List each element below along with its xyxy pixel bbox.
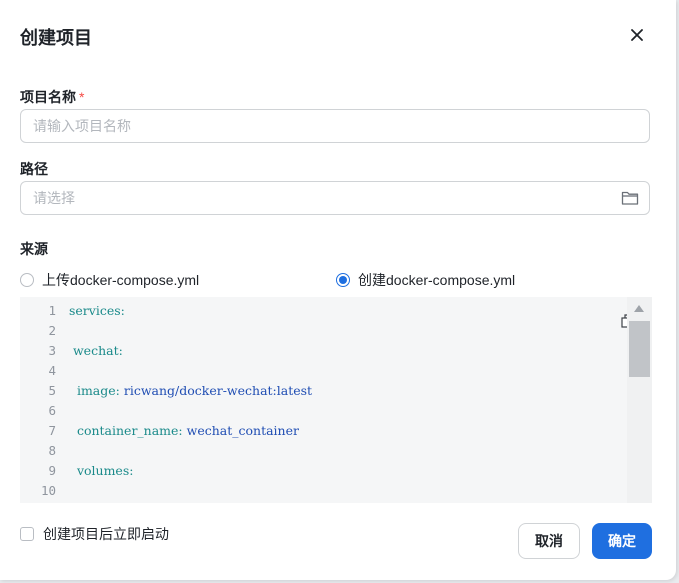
code-key: volumes: — [69, 463, 134, 478]
line-number: 3 — [48, 343, 56, 358]
cancel-button[interactable]: 取消 — [518, 523, 580, 559]
project-name-placeholder: 请输入项目名称 — [33, 118, 131, 134]
autostart-label: 创建项目后立即启动 — [43, 526, 169, 542]
autostart-checkbox[interactable] — [20, 527, 34, 541]
line-number: 2 — [48, 323, 56, 338]
code-key: wechat: — [69, 343, 123, 358]
radio-upload-indicator[interactable] — [20, 273, 34, 287]
code-key: services: — [69, 303, 125, 318]
autostart-option[interactable]: 创建项目后立即启动 — [20, 524, 169, 544]
radio-create-indicator[interactable] — [336, 273, 350, 287]
path-label: 路径 — [20, 161, 48, 177]
line-number: 5 — [48, 383, 56, 398]
scroll-up-arrow-icon[interactable] — [634, 305, 644, 312]
close-button[interactable] — [626, 24, 648, 46]
path-select[interactable]: 请选择 — [20, 181, 650, 215]
create-project-dialog: 创建项目 项目名称 * 请输入项目名称 路径 请选择 来源 上传docker-co… — [0, 0, 676, 580]
line-number: 9 — [48, 463, 56, 478]
project-name-input[interactable]: 请输入项目名称 — [20, 109, 650, 143]
code-line: volumes: — [69, 461, 134, 481]
dialog-title: 创建项目 — [20, 28, 92, 48]
scroll-thumb[interactable] — [629, 321, 650, 377]
code-line: services: — [69, 301, 125, 321]
source-label: 来源 — [20, 241, 48, 257]
confirm-button[interactable]: 确定 — [592, 523, 652, 559]
code-value: wechat_container — [182, 423, 299, 438]
radio-create-compose[interactable]: 创建docker-compose.yml — [336, 270, 515, 290]
line-number: 1 — [48, 303, 56, 318]
code-line: container_name: wechat_container — [69, 421, 299, 441]
required-mark: * — [79, 89, 85, 105]
path-placeholder: 请选择 — [33, 190, 75, 206]
line-number: 7 — [48, 423, 56, 438]
line-number-gutter: 1 2 3 4 5 6 7 8 9 10 — [20, 297, 64, 503]
line-number: 4 — [48, 363, 56, 378]
radio-upload-label: 上传docker-compose.yml — [42, 272, 200, 288]
line-number: 8 — [48, 443, 56, 458]
code-line: wechat: — [69, 341, 123, 361]
code-line: image: ricwang/docker-wechat:latest — [69, 381, 312, 401]
editor-scrollbar[interactable] — [627, 297, 652, 503]
radio-upload-compose[interactable]: 上传docker-compose.yml — [20, 270, 199, 290]
radio-create-label: 创建docker-compose.yml — [358, 272, 516, 288]
code-value: ricwang/docker-wechat:latest — [119, 383, 313, 398]
close-icon — [631, 29, 643, 41]
compose-editor[interactable]: 1 2 3 4 5 6 7 8 9 10 services: wechat: i… — [20, 297, 652, 503]
folder-icon[interactable] — [621, 189, 639, 207]
project-name-label: 项目名称 * — [20, 87, 84, 107]
line-number: 6 — [48, 403, 56, 418]
line-number: 10 — [40, 483, 56, 498]
code-key: image: — [69, 383, 120, 398]
code-key: container_name: — [69, 423, 183, 438]
project-name-label-text: 项目名称 — [20, 89, 76, 105]
